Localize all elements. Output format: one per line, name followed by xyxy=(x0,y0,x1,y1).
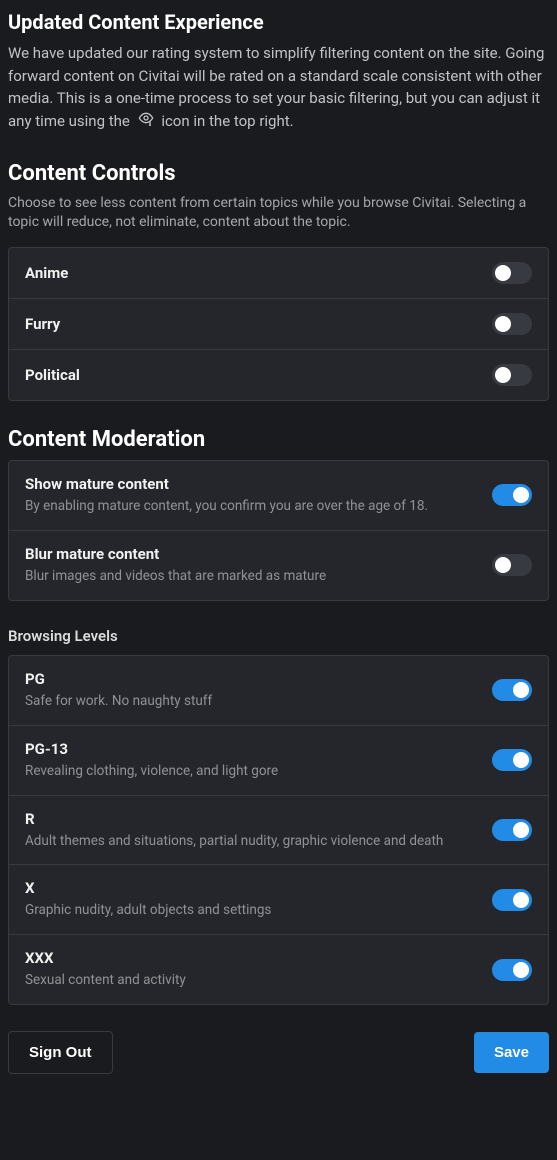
intro-text: We have updated our rating system to sim… xyxy=(8,42,549,133)
topic-anime-toggle[interactable] xyxy=(492,262,532,284)
level-xxx-row: XXX Sexual content and activity xyxy=(9,935,548,1004)
level-xxx-toggle[interactable] xyxy=(492,959,532,981)
browsing-levels-heading: Browsing Levels xyxy=(8,627,549,645)
level-r-label: R xyxy=(25,810,480,828)
level-x-row: X Graphic nudity, adult objects and sett… xyxy=(9,865,548,935)
level-r-toggle[interactable] xyxy=(492,819,532,841)
level-pg-row: PG Safe for work. No naughty stuff xyxy=(9,656,548,726)
save-button[interactable]: Save xyxy=(474,1032,549,1073)
level-r-sub: Adult themes and situations, partial nud… xyxy=(25,832,480,851)
blur-mature-row: Blur mature content Blur images and vide… xyxy=(9,531,548,600)
eye-settings-icon xyxy=(136,110,156,133)
topic-furry-label: Furry xyxy=(25,315,480,333)
show-mature-label: Show mature content xyxy=(25,475,480,493)
level-pg13-label: PG-13 xyxy=(25,740,480,758)
blur-mature-sub: Blur images and videos that are marked a… xyxy=(25,567,480,586)
topic-political-row: Political xyxy=(9,350,548,400)
content-controls-desc: Choose to see less content from certain … xyxy=(8,194,549,233)
topic-furry-toggle[interactable] xyxy=(492,313,532,335)
level-pg13-toggle[interactable] xyxy=(492,749,532,771)
level-r-row: R Adult themes and situations, partial n… xyxy=(9,796,548,866)
topic-political-toggle[interactable] xyxy=(492,364,532,386)
topic-anime-label: Anime xyxy=(25,264,480,282)
level-xxx-label: XXX xyxy=(25,949,480,967)
content-moderation-panel: Show mature content By enabling mature c… xyxy=(8,460,549,601)
show-mature-toggle[interactable] xyxy=(492,484,532,506)
browsing-levels-panel: PG Safe for work. No naughty stuff PG-13… xyxy=(8,655,549,1005)
level-pg13-row: PG-13 Revealing clothing, violence, and … xyxy=(9,726,548,796)
content-controls-heading: Content Controls xyxy=(8,161,549,186)
blur-mature-toggle[interactable] xyxy=(492,554,532,576)
show-mature-sub: By enabling mature content, you confirm … xyxy=(25,497,480,516)
footer: Sign Out Save xyxy=(8,1031,549,1074)
show-mature-row: Show mature content By enabling mature c… xyxy=(9,461,548,531)
level-pg-sub: Safe for work. No naughty stuff xyxy=(25,692,480,711)
level-x-label: X xyxy=(25,879,480,897)
topic-political-label: Political xyxy=(25,366,480,384)
content-controls-panel: Anime Furry Political xyxy=(8,247,549,401)
sign-out-button[interactable]: Sign Out xyxy=(8,1031,113,1074)
level-x-sub: Graphic nudity, adult objects and settin… xyxy=(25,901,480,920)
content-moderation-heading: Content Moderation xyxy=(8,427,549,452)
level-pg-label: PG xyxy=(25,670,480,688)
topic-anime-row: Anime xyxy=(9,248,548,299)
topic-furry-row: Furry xyxy=(9,299,548,350)
level-pg13-sub: Revealing clothing, violence, and light … xyxy=(25,762,480,781)
intro-text-after: icon in the top right. xyxy=(161,112,293,130)
level-xxx-sub: Sexual content and activity xyxy=(25,971,480,990)
blur-mature-label: Blur mature content xyxy=(25,545,480,563)
level-pg-toggle[interactable] xyxy=(492,679,532,701)
level-x-toggle[interactable] xyxy=(492,889,532,911)
page-title: Updated Content Experience xyxy=(8,10,549,34)
